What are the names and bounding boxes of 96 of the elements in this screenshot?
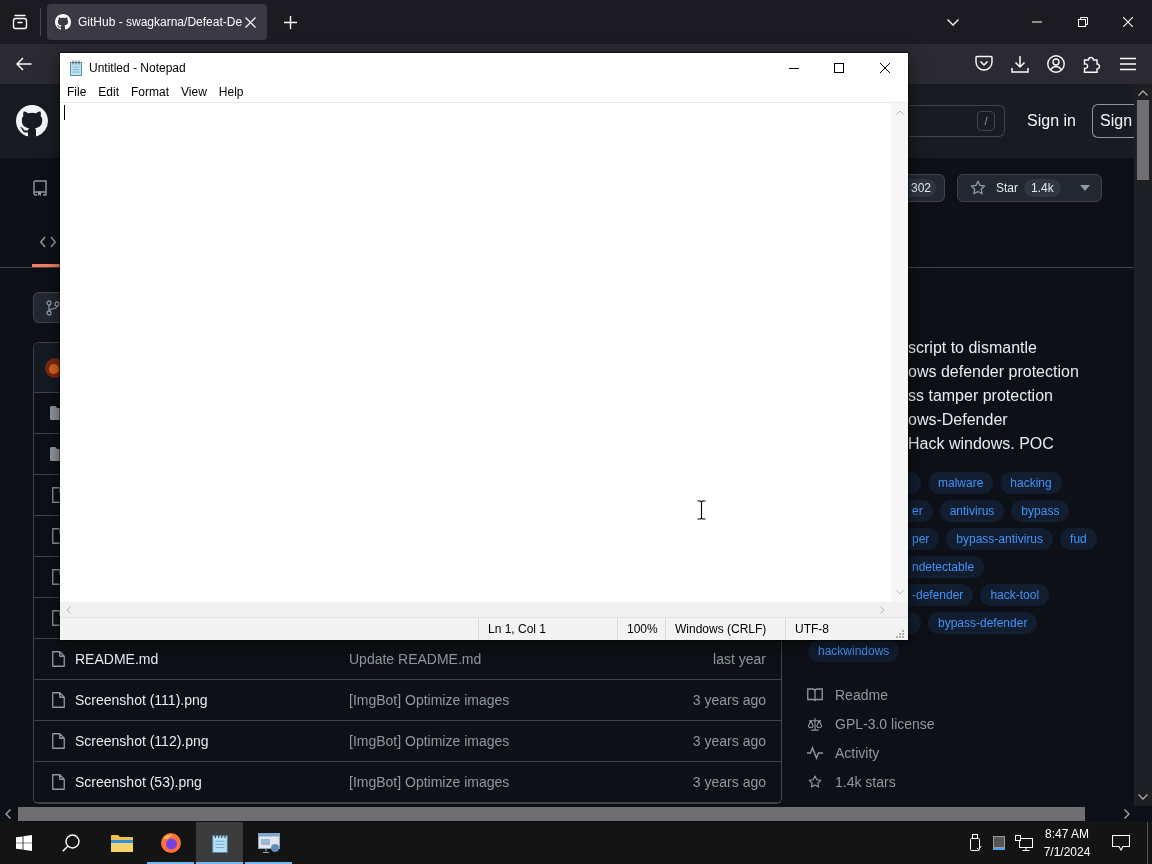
pulse-icon	[807, 745, 823, 760]
clock-time[interactable]: 8:47 AM	[1045, 825, 1089, 843]
commit-message[interactable]: [ImgBot] Optimize images	[349, 733, 510, 749]
menu-item[interactable]: Edit	[92, 82, 126, 102]
topic-tag[interactable]: bypass-antivirus	[946, 528, 1054, 550]
sign-in-link[interactable]: Sign in	[1027, 112, 1076, 130]
taskbar-button[interactable]	[196, 822, 243, 864]
topic-tag[interactable]: malware	[928, 472, 994, 494]
commit-time: 3 years ago	[692, 733, 766, 749]
back-arrow-icon[interactable]	[16, 57, 32, 71]
search-icon[interactable]	[62, 834, 80, 852]
star-button[interactable]: Star 1.4k	[957, 174, 1102, 202]
plus-icon[interactable]	[284, 15, 297, 29]
file-name[interactable]: Screenshot (53).png	[75, 774, 349, 790]
file-icon	[52, 774, 65, 790]
commit-message[interactable]: [ImgBot] Optimize images	[349, 774, 510, 790]
notification-icon[interactable]	[1112, 835, 1130, 851]
site-logo-icon	[55, 14, 71, 30]
commit-time: 3 years ago	[692, 774, 766, 790]
topic-tag[interactable]: hackwindows	[808, 640, 900, 662]
resize-grip-icon[interactable]	[894, 628, 904, 638]
branch-icon	[46, 299, 60, 316]
folder-icon	[110, 833, 133, 853]
status-text: 100%	[617, 618, 665, 640]
repo-description: script to dismantle ows defender protection ss tamper protection ows-Defender Hack windows. POC	[908, 338, 1080, 454]
topic-tag[interactable]: -defender	[908, 584, 974, 606]
topic-tag[interactable]: bypass	[1011, 500, 1070, 522]
topic-tag[interactable]: bypass-defender	[928, 612, 1038, 634]
sidebar-link[interactable]: Readme	[806, 680, 888, 709]
chevron-left-icon[interactable]	[5, 809, 11, 819]
tab-overview-icon[interactable]	[11, 13, 29, 31]
menu-item[interactable]: Format	[125, 82, 176, 102]
commit-time: last year	[713, 651, 766, 667]
search-field[interactable]: /	[909, 105, 1006, 137]
download-icon[interactable]	[1011, 55, 1029, 73]
sidebar-link[interactable]: GPL-3.0 license	[806, 709, 935, 738]
status-text: Windows (CRLF)	[665, 618, 785, 640]
vertical-scrollbar[interactable]	[1134, 84, 1152, 806]
file-name[interactable]: Screenshot (112).png	[75, 733, 349, 749]
star-icon	[807, 774, 823, 789]
topic-tag[interactable]: hacking	[1000, 472, 1062, 494]
screen-icon[interactable]	[993, 836, 1005, 850]
menu-item[interactable]: Help	[212, 82, 250, 102]
scrollbar-thumb[interactable]	[18, 807, 1085, 821]
fork-button[interactable]: 302	[908, 174, 945, 202]
close-icon[interactable]	[880, 62, 890, 73]
branch-button[interactable]	[33, 292, 60, 323]
window-title: Untitled - Notepad	[89, 60, 186, 75]
topic-tag[interactable]: er	[908, 500, 933, 522]
mouse-cursor-icon	[697, 500, 706, 520]
file-name[interactable]: README.md	[75, 651, 349, 667]
maximize-icon[interactable]	[834, 62, 844, 73]
menu-item[interactable]: View	[175, 82, 213, 102]
topic-tag[interactable]: ndetectable	[908, 556, 985, 578]
status-text: UTF-8	[785, 618, 890, 640]
chevron-up-icon[interactable]	[1138, 90, 1148, 96]
site-logo-icon[interactable]	[16, 105, 48, 137]
text-cursor-icon	[64, 105, 65, 120]
chevron-right-icon[interactable]	[1124, 809, 1130, 819]
commit-message[interactable]: Update README.md	[349, 651, 482, 667]
menu-icon[interactable]	[1119, 57, 1137, 71]
restore-icon[interactable]	[1078, 17, 1088, 27]
shortcut-key: /	[977, 111, 996, 131]
code-icon	[40, 236, 56, 248]
topic-tag[interactable]: antivirus	[939, 500, 1005, 522]
commit-time: 3 years ago	[692, 692, 766, 708]
topic-tag[interactable]: hack-tool	[980, 584, 1050, 606]
topic-tag[interactable]: per	[908, 528, 940, 550]
star-icon	[970, 180, 986, 196]
browser-icon	[159, 833, 182, 853]
file-icon	[52, 733, 65, 749]
windows-logo-icon[interactable]	[16, 835, 32, 851]
scrollbar-thumb[interactable]	[1137, 100, 1149, 180]
menu-item[interactable]: File	[61, 82, 93, 102]
clock-date[interactable]: 7/1/2024	[1043, 843, 1091, 861]
usb-drive-icon[interactable]	[970, 834, 982, 852]
file-icon	[52, 651, 65, 667]
sidebar-link[interactable]: Activity	[806, 738, 880, 767]
file-icon	[52, 692, 65, 708]
file-name[interactable]: Screenshot (111).png	[75, 692, 349, 708]
topic-tag[interactable]: fud	[1060, 528, 1097, 550]
browser-tab[interactable]: GitHub - swagkarna/Defeat-De	[47, 4, 267, 40]
sidebar-link[interactable]: 1.4k stars	[806, 767, 896, 796]
notepad-icon	[69, 59, 83, 76]
commit-message[interactable]: [ImgBot] Optimize images	[349, 692, 510, 708]
bookmark-shield-icon[interactable]	[975, 55, 993, 73]
network-icon[interactable]	[1015, 835, 1033, 851]
puzzle-piece-icon[interactable]	[1083, 55, 1101, 73]
repo-icon	[33, 180, 47, 196]
status-text: Ln 1, Col 1	[478, 618, 617, 640]
scale-icon	[807, 716, 823, 731]
chevron-down-icon[interactable]	[1138, 794, 1148, 800]
book-icon	[807, 687, 823, 702]
computer-window-icon	[257, 833, 280, 853]
account-icon[interactable]	[1047, 55, 1065, 73]
caret-icon	[1080, 185, 1090, 191]
